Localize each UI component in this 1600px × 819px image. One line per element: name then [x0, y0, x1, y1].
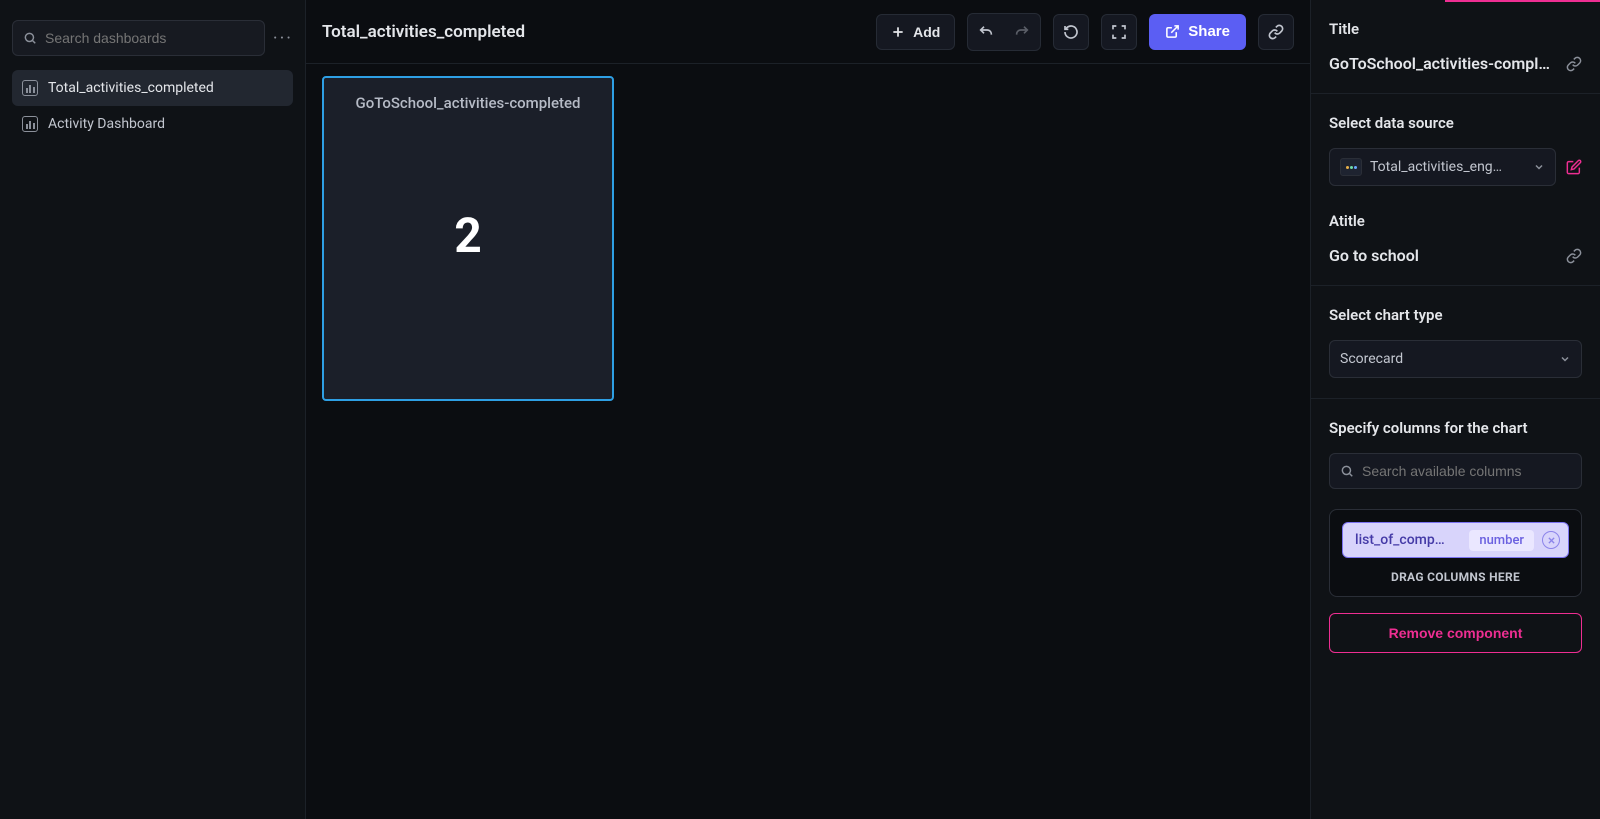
chevron-down-icon: [1533, 161, 1545, 173]
share-button-label: Share: [1188, 23, 1230, 40]
link-icon[interactable]: [1566, 248, 1582, 264]
sidebar-item-activity-dashboard[interactable]: Activity Dashboard: [12, 106, 293, 142]
column-chip[interactable]: list_of_comp… number: [1342, 522, 1569, 558]
dashboard-canvas[interactable]: GoToSchool_activities-completed 2: [306, 64, 1310, 819]
sidebar-item-total-activities-completed[interactable]: Total_activities_completed: [12, 70, 293, 106]
redo-button[interactable]: [1006, 16, 1038, 48]
refresh-button[interactable]: [1053, 14, 1089, 50]
columns-search-box[interactable]: [1329, 453, 1582, 489]
refresh-icon: [1063, 24, 1079, 40]
main-area: Total_activities_completed Add Share: [306, 0, 1310, 819]
chart-icon: [22, 80, 38, 96]
atitle-value: Go to school: [1329, 246, 1419, 265]
datasource-icon: [1340, 158, 1362, 176]
title-label: Title: [1329, 20, 1582, 38]
more-menu-icon[interactable]: ···: [273, 28, 293, 49]
chevron-down-icon: [1559, 353, 1571, 365]
data-source-select[interactable]: Total_activities_eng…: [1329, 148, 1556, 186]
top-toolbar: Total_activities_completed Add Share: [306, 0, 1310, 64]
scorecard-widget[interactable]: GoToSchool_activities-completed 2: [322, 76, 614, 401]
column-chip-name: list_of_comp…: [1355, 532, 1461, 548]
share-button[interactable]: Share: [1149, 14, 1246, 50]
title-value: GoToSchool_activities-completed: [1329, 54, 1556, 73]
search-dashboards-input[interactable]: [45, 30, 254, 46]
fullscreen-icon: [1111, 24, 1127, 40]
add-button-label: Add: [913, 24, 940, 40]
drag-hint-text: DRAG COLUMNS HERE: [1342, 570, 1569, 584]
chart-type-value: Scorecard: [1340, 351, 1403, 367]
chart-type-section: Select chart type Scorecard: [1311, 286, 1600, 399]
link-icon: [1268, 24, 1284, 40]
columns-drop-zone[interactable]: list_of_comp… number DRAG COLUMNS HERE: [1329, 509, 1582, 597]
chart-icon: [22, 116, 38, 132]
active-indicator: [1445, 0, 1600, 2]
data-source-value: Total_activities_eng…: [1370, 159, 1525, 175]
undo-button[interactable]: [970, 16, 1002, 48]
link-icon[interactable]: [1566, 56, 1582, 72]
data-source-section: Select data source Total_activities_eng…: [1311, 94, 1600, 286]
data-source-label: Select data source: [1329, 114, 1582, 132]
search-icon: [1340, 464, 1354, 478]
sidebar-item-label: Activity Dashboard: [48, 116, 165, 132]
edit-datasource-button[interactable]: [1566, 159, 1582, 175]
chart-type-label: Select chart type: [1329, 306, 1582, 324]
dashboards-sidebar: ··· Total_activities_completed Activity …: [0, 0, 306, 819]
external-link-icon: [1165, 24, 1180, 39]
drop-zone-wrap: list_of_comp… number DRAG COLUMNS HERE: [1311, 509, 1600, 597]
undo-redo-group: [967, 13, 1041, 51]
columns-label: Specify columns for the chart: [1329, 419, 1582, 437]
column-chip-type: number: [1469, 530, 1534, 551]
columns-search-input[interactable]: [1362, 463, 1571, 479]
atitle-label: Atitle: [1329, 212, 1582, 230]
columns-section: Specify columns for the chart: [1311, 399, 1600, 509]
remove-component-button[interactable]: Remove component: [1329, 613, 1582, 653]
redo-icon: [1014, 24, 1030, 40]
remove-chip-button[interactable]: [1542, 531, 1560, 549]
link-button[interactable]: [1258, 14, 1294, 50]
add-button[interactable]: Add: [876, 14, 955, 50]
search-dashboards-box[interactable]: [12, 20, 265, 56]
sidebar-item-label: Total_activities_completed: [48, 80, 214, 96]
page-title: Total_activities_completed: [322, 22, 864, 42]
title-section: Title GoToSchool_activities-completed: [1311, 0, 1600, 94]
chart-type-select[interactable]: Scorecard: [1329, 340, 1582, 378]
scorecard-value: 2: [332, 92, 604, 379]
sidebar-search-row: ···: [12, 20, 293, 56]
plus-icon: [891, 25, 905, 39]
undo-icon: [978, 24, 994, 40]
inspector-panel: Title GoToSchool_activities-completed Se…: [1310, 0, 1600, 819]
search-icon: [23, 31, 37, 45]
fullscreen-button[interactable]: [1101, 14, 1137, 50]
